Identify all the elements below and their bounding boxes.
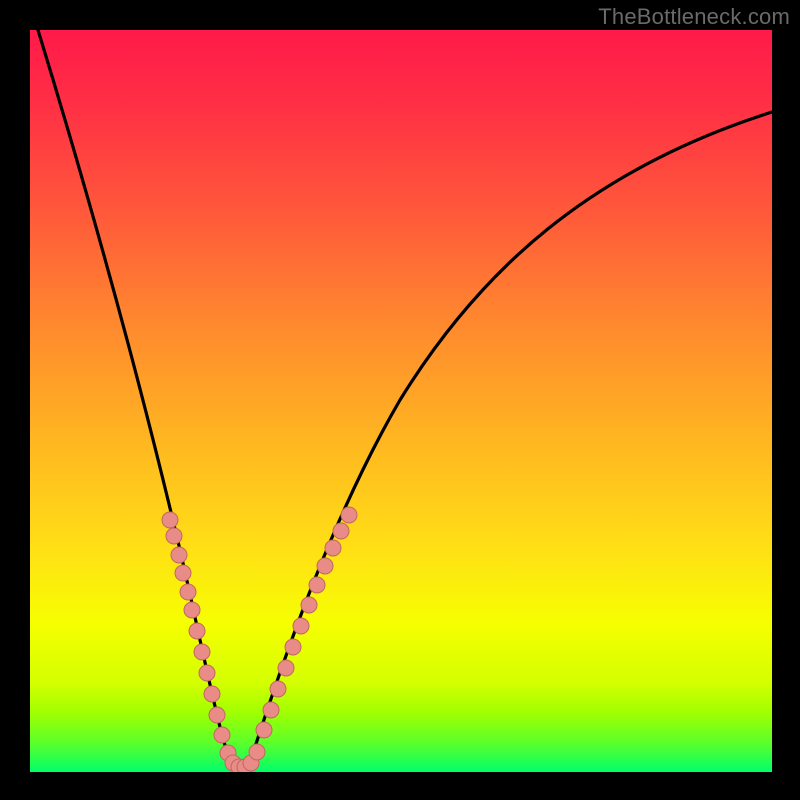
curve-overlay [30, 30, 772, 772]
marker-dots [162, 507, 357, 772]
bottleneck-curve-path [38, 30, 772, 768]
watermark-text: TheBottleneck.com [598, 4, 790, 30]
plot-area [30, 30, 772, 772]
chart-stage: TheBottleneck.com [0, 0, 800, 800]
